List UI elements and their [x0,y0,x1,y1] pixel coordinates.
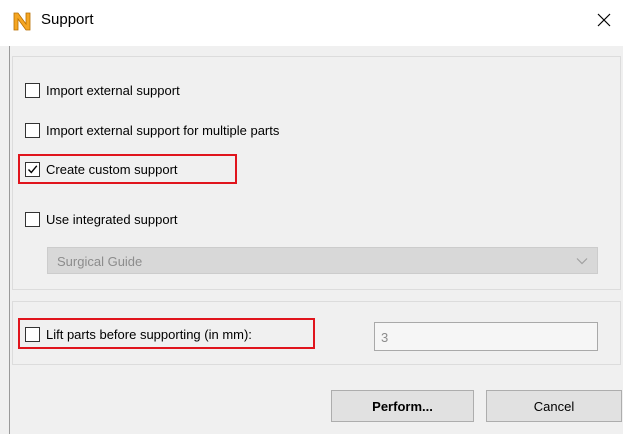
lift-parts-checkbox[interactable] [25,326,40,342]
option-label: Import external support [46,82,180,98]
integrated-support-select[interactable]: Surgical Guide [47,247,598,274]
option-label: Create custom support [46,161,178,177]
app-logo-icon [12,10,32,32]
lift-height-value: 3 [381,330,389,345]
option-import-external-support[interactable]: Import external support [25,81,180,99]
import-external-support-multiple-checkbox[interactable] [25,122,40,138]
dialog-title: Support [41,11,94,28]
option-use-integrated-support[interactable]: Use integrated support [25,210,178,228]
window-border [9,46,10,434]
option-label: Import external support for multiple par… [46,122,280,138]
checkmark-icon [27,164,38,174]
close-icon [597,13,611,27]
title-bar[interactable]: Support [0,0,623,46]
support-dialog: Support Import external support Import e… [0,0,623,434]
option-lift-parts[interactable]: Lift parts before supporting (in mm): [25,325,252,343]
lift-height-input[interactable]: 3 [374,322,598,351]
create-custom-support-checkbox[interactable] [25,161,40,177]
option-label: Use integrated support [46,211,178,227]
perform-button[interactable]: Perform... [331,390,474,422]
close-button[interactable] [583,0,623,40]
cancel-button[interactable]: Cancel [486,390,622,422]
option-label: Lift parts before supporting (in mm): [46,326,252,342]
integrated-support-value: Surgical Guide [57,254,143,269]
use-integrated-support-checkbox[interactable] [25,211,40,227]
chevron-down-icon [576,258,588,265]
import-external-support-checkbox[interactable] [25,82,40,98]
option-create-custom-support[interactable]: Create custom support [25,160,178,178]
option-import-external-support-multiple[interactable]: Import external support for multiple par… [25,121,279,139]
